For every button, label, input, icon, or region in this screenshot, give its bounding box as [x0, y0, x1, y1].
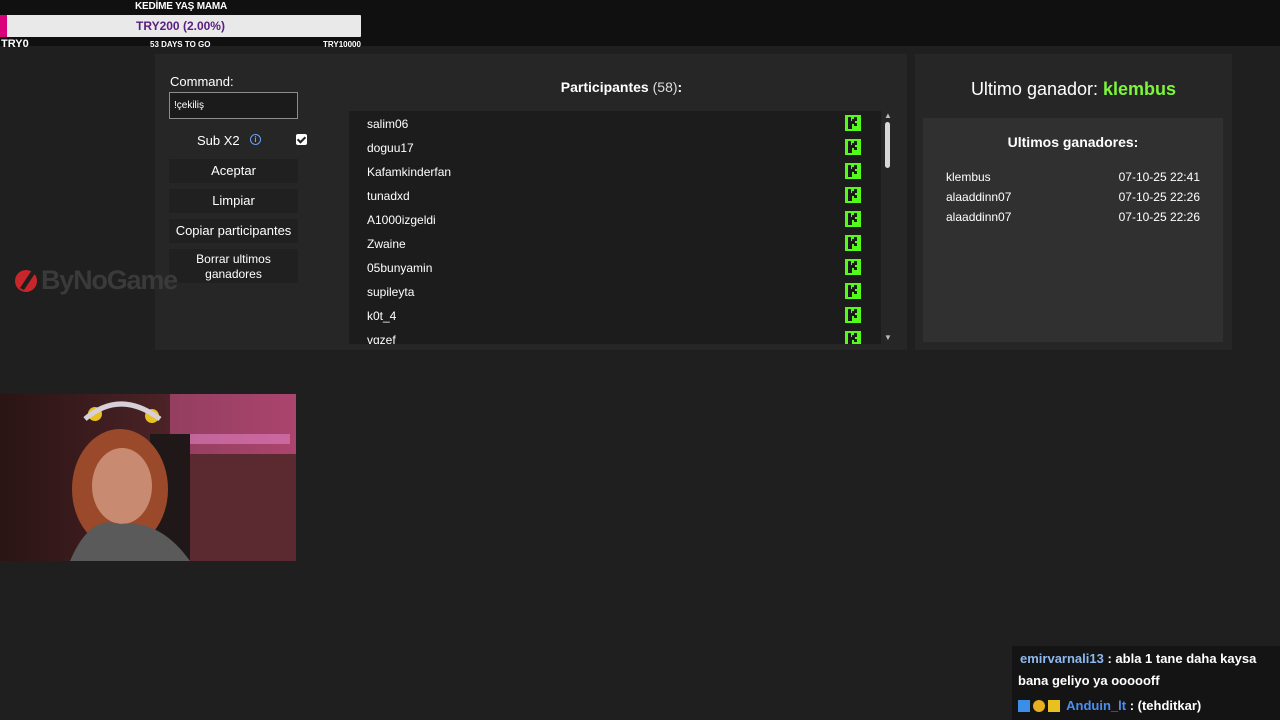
- scroll-up-arrow-icon[interactable]: ▲: [884, 111, 892, 120]
- goal-days-left: 53 DAYS TO GO: [150, 40, 211, 49]
- accept-button[interactable]: Aceptar: [169, 159, 298, 183]
- participants-title: Participantes: [560, 79, 649, 95]
- participant-name: tunadxd: [367, 189, 410, 203]
- last-winner: Ultimo ganador: klembus: [915, 79, 1232, 100]
- sub-x2-checkbox[interactable]: [296, 134, 307, 145]
- participant-row[interactable]: supileyta: [349, 279, 881, 303]
- copy-participants-button[interactable]: Copiar participantes: [169, 219, 298, 243]
- participant-row[interactable]: vgzef: [349, 327, 881, 344]
- winner-row-date: 07-10-25 22:26: [1118, 210, 1200, 224]
- kick-icon: [845, 139, 861, 155]
- badge-icon: [1033, 700, 1045, 712]
- clear-winners-button[interactable]: Borrar ultimos ganadores: [169, 249, 298, 283]
- participant-row[interactable]: Kafamkinderfan: [349, 159, 881, 183]
- participants-list[interactable]: salim06 doguu17 Kafamkinderfan tunadxd A1000…: [349, 111, 881, 344]
- kick-icon: [845, 187, 861, 203]
- participant-row[interactable]: k0t_4: [349, 303, 881, 327]
- command-label: Command:: [170, 74, 234, 89]
- logo-text: ByNoGame: [41, 265, 178, 295]
- kick-icon: [845, 211, 861, 227]
- bynogame-logo-icon: [15, 270, 37, 292]
- kick-icon: [845, 259, 861, 275]
- chat-overlay: emirvarnali13 : abla 1 tane daha kaysa b…: [1012, 646, 1280, 720]
- participants-heading: Participantes (58):: [349, 79, 894, 95]
- kick-icon: [845, 235, 861, 251]
- chat-text: : (tehditkar): [1129, 698, 1202, 713]
- participants-count: (58): [652, 79, 678, 95]
- recent-winners-title: Ultimos ganadores:: [1007, 134, 1139, 150]
- participants-suffix: :: [677, 79, 683, 95]
- winner-row-date: 07-10-25 22:26: [1118, 190, 1200, 204]
- kick-icon: [845, 331, 861, 344]
- participant-name: A1000izgeldi: [367, 213, 436, 227]
- goal-title: KEDİME YAŞ MAMA: [134, 1, 227, 12]
- winner-row-name: klembus: [946, 170, 991, 184]
- winner-row: alaaddinn07 07-10-25 22:26: [946, 190, 1200, 208]
- chat-username: Anduin_lt: [1066, 698, 1127, 713]
- winner-row: klembus 07-10-25 22:41: [946, 170, 1200, 188]
- goal-start-label: TRY0: [1, 38, 29, 50]
- recent-winners-box: [923, 118, 1223, 342]
- participant-row[interactable]: A1000izgeldi: [349, 207, 881, 231]
- winner-row-name: alaaddinn07: [946, 190, 1012, 204]
- stream-overlay: KEDİME YAŞ MAMA TRY200 (2.00%) TRY0 53 D…: [0, 0, 1280, 720]
- participant-name: Kafamkinderfan: [367, 165, 452, 179]
- sub-x2-label: Sub X2: [197, 133, 240, 148]
- participants-scrollbar[interactable]: ▲ ▼: [883, 111, 893, 344]
- winner-row-name: alaaddinn07: [946, 210, 1012, 224]
- participant-name: k0t_4: [367, 309, 397, 323]
- kick-icon: [845, 283, 861, 299]
- participant-name: supileyta: [367, 285, 415, 299]
- scroll-thumb[interactable]: [885, 122, 890, 168]
- participant-row[interactable]: 05bunyamin: [349, 255, 881, 279]
- goal-progress-bar: TRY200 (2.00%): [0, 15, 361, 37]
- chat-username: emirvarnali13: [1020, 651, 1104, 666]
- chat-message: Anduin_lt : (tehditkar): [1018, 695, 1201, 717]
- participant-row[interactable]: Zwaine: [349, 231, 881, 255]
- goal-amount: TRY200 (2.00%): [136, 19, 225, 33]
- webcam-feed: [0, 394, 296, 561]
- last-winner-label: Ultimo ganador:: [970, 79, 1099, 99]
- participant-name: salim06: [367, 117, 409, 131]
- clear-winners-label-1: Borrar ultimos: [196, 252, 271, 266]
- participant-row[interactable]: tunadxd: [349, 183, 881, 207]
- participant-name: vgzef: [367, 333, 396, 344]
- badge-icon: [1018, 700, 1030, 712]
- sub-x2-row: Sub X2 i: [169, 130, 309, 150]
- chat-message: emirvarnali13 : abla 1 tane daha kaysa: [1020, 648, 1256, 670]
- chat-text: : abla 1 tane daha kaysa: [1107, 651, 1257, 666]
- command-input[interactable]: [169, 92, 298, 119]
- kick-icon: [845, 307, 861, 323]
- participant-name: 05bunyamin: [367, 261, 433, 275]
- winner-row: alaaddinn07 07-10-25 22:26: [946, 210, 1200, 228]
- participant-row[interactable]: salim06: [349, 111, 881, 135]
- info-icon[interactable]: i: [250, 134, 261, 145]
- participant-row[interactable]: doguu17: [349, 135, 881, 159]
- clear-button[interactable]: Limpiar: [169, 189, 298, 213]
- webcam-image: [0, 394, 296, 561]
- clear-winners-label-2: ganadores: [205, 267, 262, 281]
- chat-message-continued: bana geliyo ya oooooff: [1018, 673, 1160, 688]
- participant-name: Zwaine: [367, 237, 406, 251]
- scroll-down-arrow-icon[interactable]: ▼: [884, 333, 892, 342]
- participant-name: doguu17: [367, 141, 414, 155]
- bynogame-logo: ByNoGame: [14, 264, 184, 298]
- kick-icon: [845, 163, 861, 179]
- kick-icon: [845, 115, 861, 131]
- donation-goal-widget: KEDİME YAŞ MAMA TRY200 (2.00%) TRY0 53 D…: [0, 0, 362, 50]
- last-winner-name: klembus: [1103, 79, 1177, 99]
- winner-row-date: 07-10-25 22:41: [1118, 170, 1200, 184]
- goal-target-label: TRY10000: [323, 40, 361, 49]
- crown-badge-icon: [1048, 700, 1060, 712]
